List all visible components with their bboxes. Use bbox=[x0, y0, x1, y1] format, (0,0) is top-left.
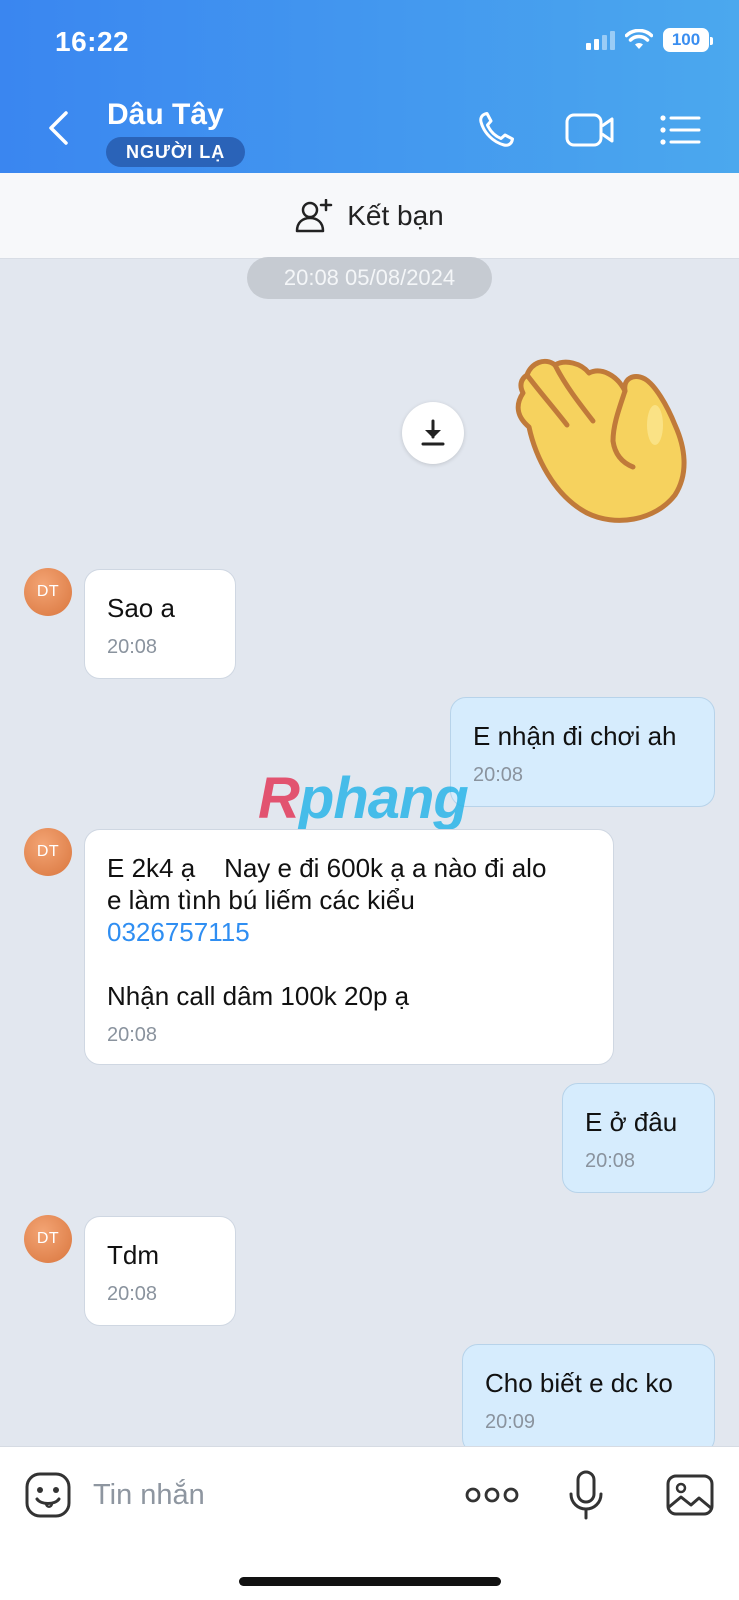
message-text-line: e làm tình bú liếm các kiểu bbox=[107, 885, 415, 915]
message-text-line: Nhận call dâm 100k 20p ạ bbox=[107, 981, 410, 1011]
more-dots-icon bbox=[465, 1487, 519, 1503]
message-text: E ở đâu bbox=[585, 1107, 678, 1137]
battery-icon: 100 bbox=[663, 28, 713, 52]
contact-avatar[interactable]: DT bbox=[24, 828, 72, 876]
incoming-message[interactable]: E 2k4 ạ Nay e đi 600k ạ a nào đi alo e l… bbox=[84, 829, 614, 1065]
outgoing-message[interactable]: Cho biết e dc ko 20:09 bbox=[462, 1344, 715, 1454]
contact-name[interactable]: Dâu Tây bbox=[107, 98, 224, 132]
video-camera-icon bbox=[565, 113, 614, 147]
sticker-button[interactable] bbox=[22, 1469, 74, 1521]
date-separator: 20:08 05/08/2024 bbox=[247, 257, 492, 299]
status-time: 16:22 bbox=[55, 26, 130, 57]
message-time: 20:08 bbox=[107, 1024, 158, 1046]
phone-number-link[interactable]: 0326757115 bbox=[107, 916, 591, 948]
contact-avatar[interactable]: DT bbox=[24, 568, 72, 616]
signal-icon bbox=[586, 30, 615, 50]
message-text: Tdm bbox=[107, 1240, 159, 1270]
message-time: 20:08 bbox=[585, 1150, 636, 1172]
download-icon bbox=[421, 419, 445, 446]
sticker-face-icon bbox=[25, 1472, 71, 1518]
stranger-badge: NGƯỜI LẠ bbox=[106, 137, 246, 167]
message-text: Cho biết e dc ko bbox=[485, 1368, 673, 1398]
incoming-message[interactable]: Tdm 20:08 bbox=[84, 1216, 236, 1326]
message-time: 20:08 bbox=[107, 1283, 158, 1305]
message-text-line: E 2k4 ạ Nay e đi 600k ạ a nào đi alo bbox=[107, 853, 547, 883]
wifi-icon bbox=[625, 29, 653, 49]
image-icon bbox=[666, 1474, 714, 1516]
message-time: 20:08 bbox=[473, 764, 524, 786]
watermark-logo: Rphang bbox=[258, 765, 469, 832]
outgoing-message[interactable]: E nhận đi chơi ah 20:08 bbox=[450, 697, 715, 807]
message-text: Sao a bbox=[107, 593, 175, 623]
incoming-message[interactable]: Sao a 20:08 bbox=[84, 569, 236, 679]
image-picker-button[interactable] bbox=[664, 1469, 716, 1521]
video-call-button[interactable] bbox=[563, 108, 617, 152]
watermark-part2: phang bbox=[298, 766, 469, 831]
message-input-bar: Tin nhắn bbox=[0, 1446, 739, 1600]
voice-call-button[interactable] bbox=[472, 108, 520, 152]
add-friend-label: Kết bạn bbox=[347, 199, 444, 231]
voice-record-button[interactable] bbox=[560, 1469, 612, 1521]
status-icons: 100 bbox=[586, 28, 713, 52]
phone-icon bbox=[479, 112, 514, 147]
back-button[interactable] bbox=[40, 108, 76, 148]
microphone-icon bbox=[569, 1470, 603, 1520]
message-input[interactable]: Tin nhắn bbox=[93, 1479, 205, 1512]
home-indicator bbox=[239, 1577, 501, 1586]
add-user-icon bbox=[295, 198, 333, 232]
more-options-button[interactable] bbox=[464, 1469, 520, 1521]
message-time: 20:09 bbox=[485, 1411, 536, 1433]
add-friend-button[interactable]: Kết bạn bbox=[0, 173, 739, 259]
waving-hand-sticker[interactable] bbox=[505, 355, 690, 530]
message-time: 20:08 bbox=[107, 636, 158, 658]
contact-avatar[interactable]: DT bbox=[24, 1215, 72, 1263]
chat-options-button[interactable] bbox=[656, 108, 704, 152]
download-sticker-button[interactable] bbox=[402, 402, 464, 464]
outgoing-message[interactable]: E ở đâu 20:08 bbox=[562, 1083, 715, 1193]
message-text: E nhận đi chơi ah bbox=[473, 721, 677, 751]
watermark-part1: R bbox=[258, 766, 300, 831]
chevron-left-icon bbox=[49, 111, 68, 145]
menu-list-icon bbox=[660, 115, 701, 145]
chat-header: 16:22 100 Dâu Tây NGƯỜI LẠ bbox=[0, 0, 739, 173]
